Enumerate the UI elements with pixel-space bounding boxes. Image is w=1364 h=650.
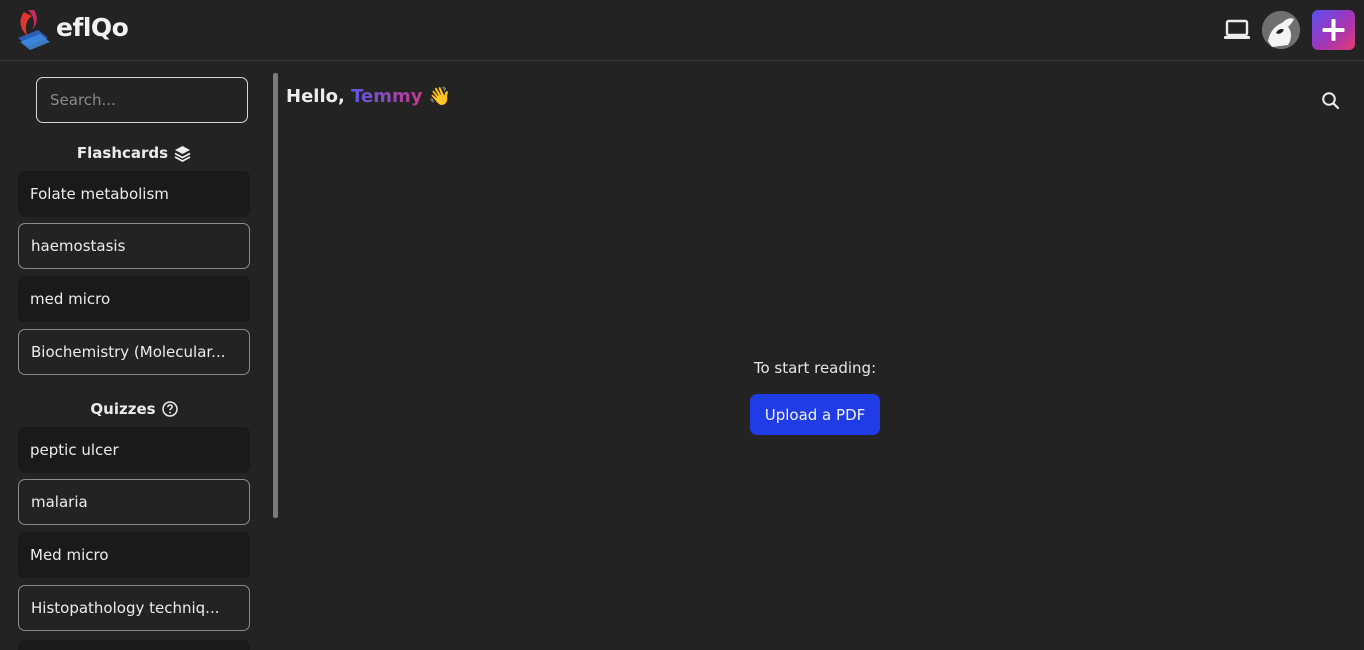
flashcard-item[interactable]: med micro: [18, 276, 250, 322]
quiz-item[interactable]: Histopathology techniq...: [18, 585, 250, 631]
start-reading-text: To start reading:: [753, 359, 877, 377]
sidebar: Flashcards Folate metabolism haemostasis…: [0, 62, 280, 650]
plus-icon: [1322, 19, 1345, 41]
quiz-item-label: Med micro: [30, 546, 109, 564]
upload-pdf-button[interactable]: Upload a PDF: [750, 394, 880, 435]
flashcard-item-label: Biochemistry (Molecular...: [31, 343, 226, 361]
avatar-image: [1262, 11, 1300, 49]
greeting: Hello, Temmy 👋: [286, 86, 451, 107]
flashcard-item[interactable]: Biochemistry (Molecular...: [18, 329, 250, 375]
quiz-item[interactable]: peptic ulcer: [18, 427, 250, 473]
flashcard-item[interactable]: haemostasis: [18, 223, 250, 269]
brand-name[interactable]: eflQo: [56, 13, 129, 42]
quiz-item-label: peptic ulcer: [30, 441, 119, 459]
wave-emoji: 👋: [428, 86, 452, 107]
sidebar-scrollbar[interactable]: [273, 73, 278, 518]
eflqo-logo[interactable]: [14, 8, 52, 52]
quiz-item-label: Histopathology techniq...: [31, 599, 220, 617]
flashcards-heading: Flashcards: [18, 144, 250, 162]
question-circle-icon: [161, 401, 178, 417]
quiz-item[interactable]: Med micro: [18, 532, 250, 578]
flashcard-item-label: Folate metabolism: [30, 185, 169, 203]
greeting-prefix: Hello,: [286, 86, 352, 107]
search-icon[interactable]: [1321, 91, 1341, 111]
flashcards-title: Flashcards: [76, 144, 169, 162]
avatar[interactable]: [1262, 11, 1300, 49]
user-name: Temmy: [351, 86, 423, 107]
flashcard-item-label: med micro: [30, 290, 111, 308]
layers-icon: [174, 145, 191, 162]
flashcard-item[interactable]: Folate metabolism: [18, 171, 250, 217]
sidebar-next-item-peek[interactable]: [18, 640, 250, 650]
top-bar: eflQo: [0, 0, 1364, 61]
quizzes-title: Quizzes: [90, 400, 156, 418]
sidebar-search-input[interactable]: [36, 77, 248, 123]
laptop-icon[interactable]: [1223, 18, 1251, 42]
quiz-item-label: malaria: [31, 493, 88, 511]
create-button[interactable]: [1312, 10, 1355, 50]
quiz-item[interactable]: malaria: [18, 479, 250, 525]
flashcard-item-label: haemostasis: [31, 237, 126, 255]
quizzes-heading: Quizzes: [18, 400, 250, 418]
